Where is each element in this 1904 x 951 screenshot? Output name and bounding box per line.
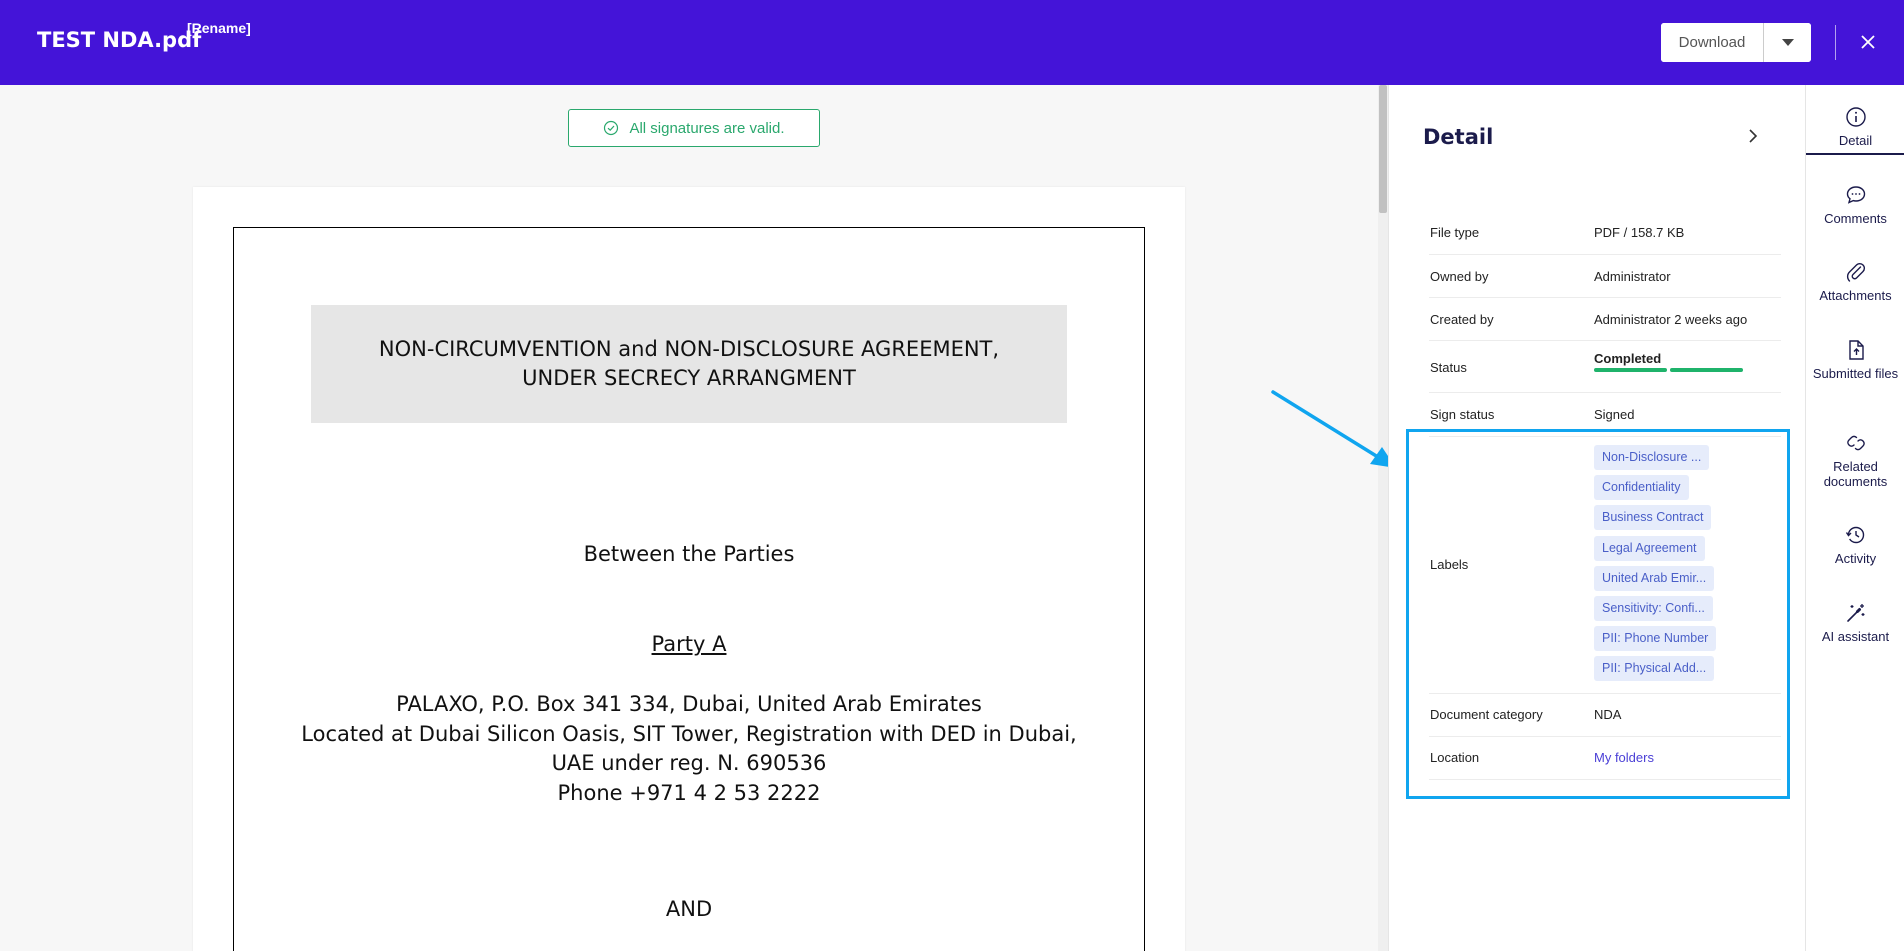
rail-label: Activity bbox=[1834, 551, 1877, 566]
rail-tab-attachments[interactable]: Attachments bbox=[1806, 260, 1904, 303]
row-key: Sign status bbox=[1430, 407, 1495, 422]
rail-label: Submitted files bbox=[1812, 366, 1899, 381]
detail-title: Detail bbox=[1423, 125, 1494, 149]
document-page: NON-CIRCUMVENTION and NON-DISCLOSURE AGR… bbox=[193, 187, 1185, 951]
download-options-button[interactable] bbox=[1764, 23, 1811, 62]
detail-row-created-by: Created by Administrator 2 weeks ago bbox=[1429, 298, 1781, 341]
annotation-arrow-icon bbox=[1271, 390, 1396, 468]
rail-label: Comments bbox=[1824, 211, 1887, 226]
magic-wand-icon bbox=[1846, 604, 1864, 622]
rail-tab-submitted-files[interactable]: Submitted files bbox=[1806, 338, 1904, 381]
row-value: Administrator 2 weeks ago bbox=[1594, 312, 1748, 327]
file-title: TEST NDA.pdf bbox=[37, 28, 202, 52]
party-a-text: Party A bbox=[651, 632, 727, 656]
rail-label: Related documents bbox=[1823, 459, 1888, 489]
detail-row-status: Status Completed bbox=[1429, 341, 1781, 393]
row-key: Status bbox=[1430, 360, 1467, 375]
status-value: Completed bbox=[1594, 351, 1662, 366]
address-line: Phone +971 4 2 53 2222 bbox=[557, 780, 821, 805]
rail-tab-related-documents[interactable]: Related documents bbox=[1806, 431, 1904, 489]
download-button[interactable]: Download bbox=[1661, 23, 1764, 62]
signatures-valid-badge[interactable]: All signatures are valid. bbox=[568, 109, 820, 147]
rail-label: Attachments bbox=[1819, 288, 1892, 303]
rail-tab-ai-assistant[interactable]: AI assistant bbox=[1806, 601, 1904, 644]
rail-tab-activity[interactable]: Activity bbox=[1806, 523, 1904, 566]
party-a-address: PALAXO, P.O. Box 341 334, Dubai, United … bbox=[233, 690, 1145, 808]
comment-icon bbox=[1846, 186, 1865, 204]
between-parties-text: Between the Parties bbox=[583, 542, 795, 566]
address-line: UAE under reg. N. 690536 bbox=[551, 751, 827, 775]
info-icon bbox=[1845, 107, 1866, 127]
signatures-valid-text: All signatures are valid. bbox=[629, 119, 785, 137]
close-button[interactable] bbox=[1854, 28, 1882, 56]
address-line: Located at Dubai Silicon Oasis, SIT Towe… bbox=[301, 721, 1077, 746]
row-key: Owned by bbox=[1430, 269, 1489, 284]
rail-tab-detail[interactable]: Detail bbox=[1806, 105, 1904, 148]
right-sidebar: Detail Comments Attachments Submitted fi… bbox=[1805, 85, 1904, 951]
link-icon bbox=[1846, 435, 1865, 451]
check-circle-icon bbox=[604, 120, 619, 136]
rail-label: Detail bbox=[1838, 133, 1873, 148]
progress-segment bbox=[1594, 368, 1667, 372]
paperclip-icon bbox=[1846, 262, 1865, 282]
caret-down-icon bbox=[1781, 39, 1794, 46]
row-value: PDF / 158.7 KB bbox=[1594, 225, 1685, 240]
chevron-right-icon[interactable] bbox=[1744, 127, 1762, 145]
rename-link[interactable]: [Rename] bbox=[187, 20, 251, 36]
row-key: Created by bbox=[1430, 312, 1494, 327]
scrollbar-thumb[interactable] bbox=[1379, 85, 1387, 213]
detail-row-file-type: File type PDF / 158.7 KB bbox=[1429, 211, 1781, 255]
row-value: Administrator bbox=[1594, 269, 1671, 284]
progress-segment bbox=[1670, 368, 1743, 372]
file-upload-icon bbox=[1848, 340, 1864, 360]
detail-row-owned-by: Owned by Administrator bbox=[1429, 255, 1781, 298]
viewer-scrollbar[interactable] bbox=[1378, 85, 1388, 951]
detail-panel: Detail File type PDF / 158.7 KB Owned by… bbox=[1388, 85, 1805, 951]
party-a-heading: Party A bbox=[233, 632, 1145, 656]
top-bar: TEST NDA.pdf [Rename] Download bbox=[0, 0, 1904, 85]
document-title-line: NON-CIRCUMVENTION and NON-DISCLOSURE AGR… bbox=[378, 337, 1000, 361]
row-value: Signed bbox=[1594, 407, 1635, 422]
labels-highlight-box bbox=[1406, 429, 1790, 799]
and-text: AND bbox=[665, 897, 713, 921]
document-title-line: UNDER SECRECY ARRANGMENT bbox=[522, 366, 856, 390]
address-line: PALAXO, P.O. Box 341 334, Dubai, United … bbox=[396, 692, 982, 716]
rail-label: AI assistant bbox=[1821, 629, 1890, 644]
row-key: File type bbox=[1430, 225, 1480, 240]
status-progress-bar bbox=[1594, 368, 1743, 372]
header-divider bbox=[1835, 25, 1836, 60]
document-title-box: NON-CIRCUMVENTION and NON-DISCLOSURE AGR… bbox=[311, 305, 1067, 423]
rail-tab-comments[interactable]: Comments bbox=[1806, 183, 1904, 226]
document-viewer[interactable]: All signatures are valid. NON-CIRCUMVENT… bbox=[0, 85, 1388, 951]
close-icon bbox=[1861, 35, 1875, 49]
download-button-group: Download bbox=[1661, 23, 1811, 62]
history-icon bbox=[1845, 526, 1864, 544]
